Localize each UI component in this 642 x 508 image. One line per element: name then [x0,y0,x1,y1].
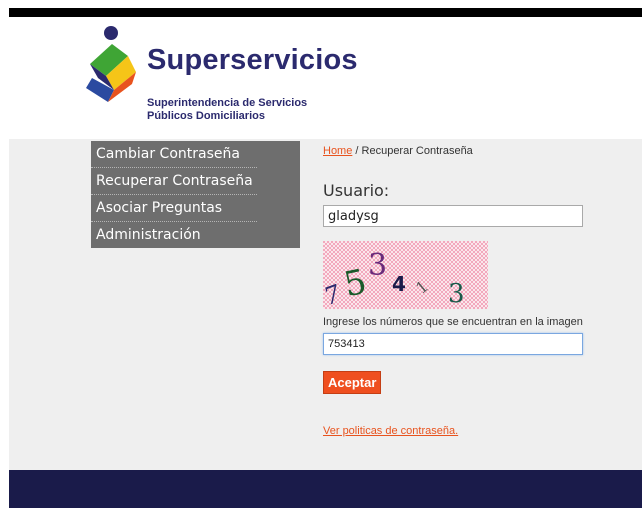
captcha-input[interactable] [323,333,583,355]
user-input[interactable] [323,205,583,227]
captcha-instruction: Ingrese los números que se encuentran en… [323,316,583,328]
brand-subtitle: Superintendencia de Servicios [147,97,308,109]
captcha-image: 7 5 3 4 1 3 [323,241,488,309]
captcha-digit-6: 3 [448,279,465,309]
password-policy-link[interactable]: Ver politicas de contraseña. [323,425,458,437]
breadcrumb-current: Recuperar Contraseña [361,145,473,157]
user-label: Usuario: [323,181,390,200]
top-bar [9,8,642,17]
captcha-digit-4: 4 [392,272,406,296]
brand-subtitle-2: Públicos Domiciliarios [147,110,265,122]
superservicios-logo-icon [86,26,136,102]
captcha-digit-3: 3 [368,248,387,283]
breadcrumb-home-link[interactable]: Home [323,145,352,157]
brand-name: Superservicios [147,44,358,76]
menu-item-cambiar-contrasena[interactable]: Cambiar Contraseña [91,141,257,168]
menu-item-administracion[interactable]: Administración [91,222,257,248]
menu-item-recuperar-contrasena[interactable]: Recuperar Contraseña [91,168,257,195]
breadcrumb: Home / Recuperar Contraseña [323,145,473,157]
aceptar-button[interactable]: Aceptar [323,371,382,394]
sidebar-menu: Cambiar Contraseña Recuperar Contraseña … [91,141,300,248]
breadcrumb-separator: / [352,145,362,157]
menu-item-asociar-preguntas[interactable]: Asociar Preguntas [91,195,257,222]
footer [9,470,642,508]
